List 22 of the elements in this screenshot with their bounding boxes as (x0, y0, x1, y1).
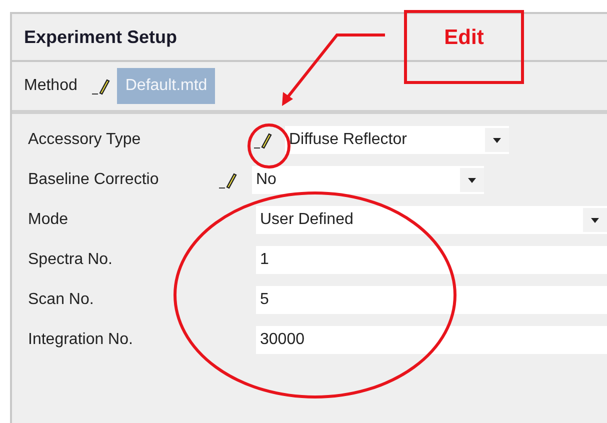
panel-title: Experiment Setup (24, 26, 178, 49)
method-label: Method (24, 76, 78, 96)
field-label: Accessory Type (28, 130, 142, 150)
caret-icon (468, 178, 476, 182)
field-label: Spectra No. (28, 250, 114, 270)
input-field[interactable]: 30000 (256, 326, 607, 354)
input-field[interactable]: 1 (256, 246, 607, 274)
dropdown[interactable]: No (252, 166, 484, 194)
dropdown[interactable]: Diffuse Reflector (285, 126, 509, 154)
pencil-icon[interactable] (253, 130, 273, 150)
highlight-circle (246, 122, 292, 170)
field-label: Mode (28, 210, 70, 230)
field-label: Baseline Correctio (28, 170, 160, 190)
pencil-icon[interactable] (91, 76, 112, 96)
field-label: Scan No. (28, 290, 95, 310)
caret-icon (493, 138, 501, 142)
callout-label: Edit (444, 27, 484, 51)
pencil-icon[interactable] (218, 170, 238, 190)
caret-icon (591, 218, 599, 222)
input-field[interactable]: 5 (256, 286, 607, 314)
field-label: Integration No. (28, 330, 134, 350)
dropdown[interactable]: User Defined (256, 206, 607, 234)
